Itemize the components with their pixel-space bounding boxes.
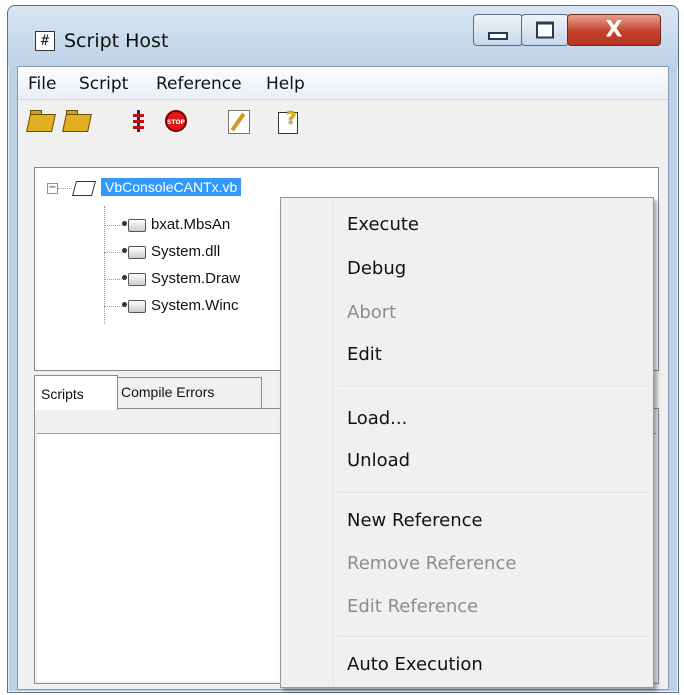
open-folder-alt-icon[interactable] — [62, 110, 92, 134]
context-menu-gutter — [333, 200, 334, 685]
menu-item-unload[interactable]: Unload — [347, 450, 410, 471]
minimize-icon — [488, 32, 508, 40]
script-icon — [71, 181, 97, 196]
question-mark: ? — [286, 108, 297, 129]
window-title: Script Host — [64, 30, 169, 52]
open-folder-icon[interactable] — [26, 110, 56, 134]
toolbar: STOP ? — [18, 100, 668, 144]
menu-item-edit[interactable]: Edit — [347, 344, 382, 365]
tab-scripts[interactable]: Scripts — [34, 375, 118, 410]
reference-icon — [128, 300, 146, 313]
ref-arrow-icon — [122, 221, 127, 226]
title-bar[interactable]: # Script Host X — [8, 6, 678, 66]
edit-icon[interactable] — [226, 110, 252, 134]
menu-bar: File Script Reference Help — [18, 67, 668, 100]
maximize-button[interactable] — [521, 14, 569, 46]
bolt-shape — [133, 110, 144, 132]
menu-separator — [337, 636, 649, 638]
folder-shape — [26, 114, 56, 132]
close-button[interactable]: X — [567, 14, 661, 46]
menu-item-new-reference[interactable]: New Reference — [347, 510, 483, 531]
menu-script[interactable]: Script — [77, 74, 130, 94]
reference-icon — [128, 219, 146, 232]
menu-file[interactable]: File — [26, 74, 58, 94]
minimize-button[interactable] — [473, 14, 523, 46]
stop-sign: STOP — [165, 110, 187, 132]
maximize-icon — [536, 21, 554, 39]
menu-item-auto-execution[interactable]: Auto Execution — [347, 654, 483, 675]
menu-item-load[interactable]: Load... — [347, 408, 407, 429]
menu-item-remove-reference: Remove Reference — [347, 553, 517, 574]
menu-item-abort: Abort — [347, 302, 397, 323]
menu-reference[interactable]: Reference — [154, 74, 244, 94]
stop-icon[interactable]: STOP — [163, 110, 189, 134]
bolt-icon[interactable] — [128, 110, 154, 134]
folder-shape — [62, 114, 92, 132]
menu-separator — [337, 386, 649, 388]
menu-item-edit-reference: Edit Reference — [347, 596, 479, 617]
reference-icon — [128, 246, 146, 259]
context-menu: Execute Debug Abort Edit Load... Unload … — [280, 197, 654, 688]
tree-child-label: System.dll — [151, 243, 221, 260]
tree-root-label[interactable]: VbConsoleCANTx.vb — [101, 178, 242, 196]
app-icon: # — [35, 31, 55, 51]
tree-child-label: System.Draw — [151, 270, 241, 287]
tree-child-label: bxat.MbsAn — [151, 216, 231, 233]
menu-help[interactable]: Help — [264, 74, 307, 94]
help-icon[interactable]: ? — [276, 108, 302, 134]
ref-arrow-icon — [122, 302, 127, 307]
menu-item-debug[interactable]: Debug — [347, 258, 406, 279]
reference-icon — [128, 273, 146, 286]
ref-arrow-icon — [122, 248, 127, 253]
tab-compile-errors[interactable]: Compile Errors — [114, 377, 262, 408]
menu-separator — [337, 492, 649, 494]
collapse-icon[interactable]: − — [47, 183, 58, 194]
menu-item-execute[interactable]: Execute — [347, 214, 419, 235]
close-icon: X — [605, 17, 623, 43]
ref-arrow-icon — [122, 275, 127, 280]
tree-child-label: System.Winc — [151, 297, 239, 314]
tree-connector — [58, 188, 72, 189]
